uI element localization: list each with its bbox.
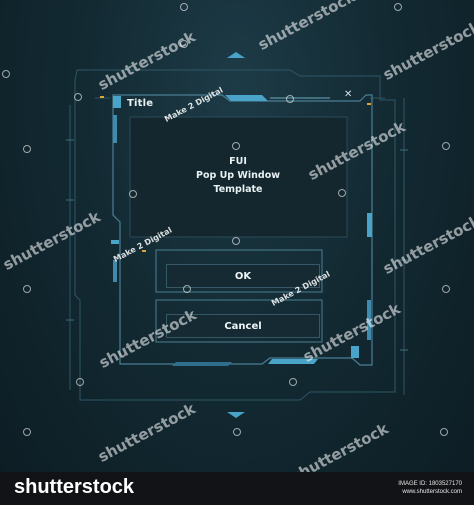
- title-accent-bar: [113, 96, 121, 108]
- fui-frame-graphics: [66, 52, 408, 418]
- site-url: www.shutterstock.com: [402, 489, 462, 495]
- cancel-button-label: Cancel: [224, 320, 262, 332]
- message-line-2: Pop Up Window: [195, 170, 281, 181]
- image-id: IMAGE ID: 1803527170: [398, 481, 462, 487]
- window-message: FUI Pop Up Window Template: [160, 155, 316, 197]
- message-line-3: Template: [213, 184, 263, 195]
- image-meta: IMAGE ID: 1803527170 www.shutterstock.co…: [398, 480, 462, 496]
- message-line-1: FUI: [229, 156, 247, 167]
- chevron-up-icon: [227, 52, 245, 58]
- window-title: Title: [127, 98, 154, 109]
- chevron-down-icon: [227, 412, 245, 418]
- stock-footer: shutterstock IMAGE ID: 1803527170 www.sh…: [0, 472, 474, 505]
- shutterstock-logo: shutterstock: [14, 476, 135, 498]
- cancel-button[interactable]: Cancel: [166, 314, 320, 338]
- ok-button-label: OK: [234, 270, 252, 282]
- close-icon[interactable]: ✕: [344, 89, 352, 100]
- ok-button[interactable]: OK: [166, 264, 320, 288]
